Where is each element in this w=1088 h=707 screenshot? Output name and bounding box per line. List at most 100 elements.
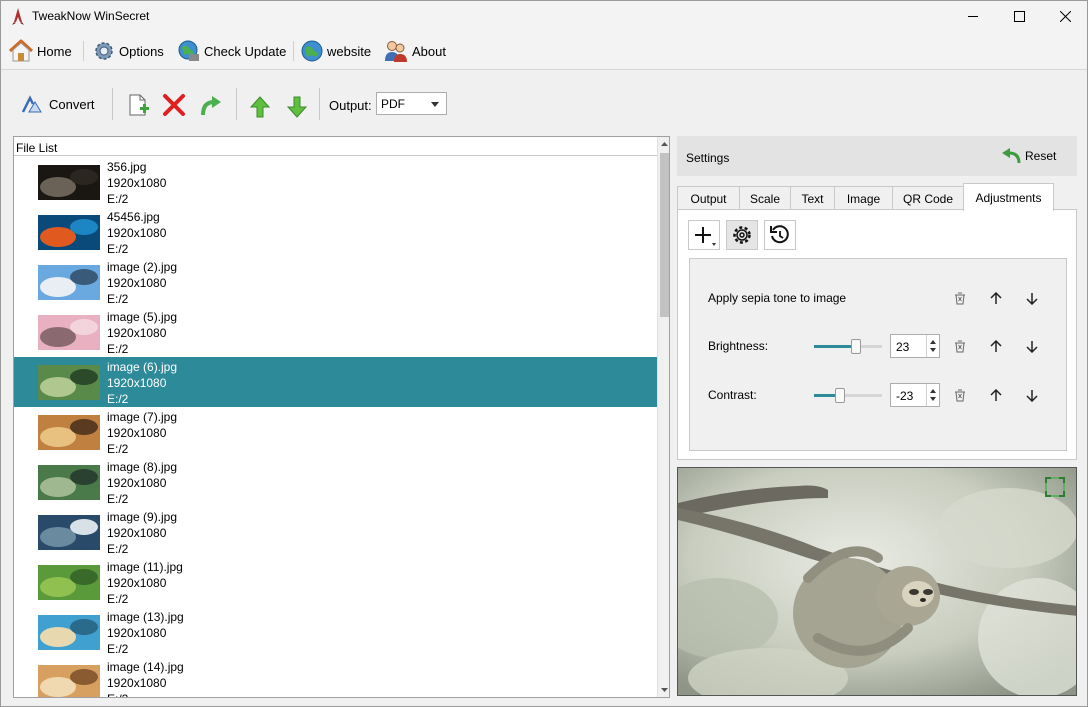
file-resolution: 1920x1080 xyxy=(107,226,167,240)
tab-output[interactable]: Output xyxy=(677,186,740,210)
file-path: E:/2 xyxy=(107,392,129,406)
adjustment-settings-button[interactable] xyxy=(726,220,758,250)
toolbar-divider xyxy=(319,88,320,120)
reset-button[interactable]: Reset xyxy=(1001,148,1056,164)
file-list-item[interactable]: image (6).jpg 1920x1080 E:/2 xyxy=(14,357,657,407)
file-list-item[interactable]: image (14).jpg 1920x1080 E:/2 xyxy=(14,657,657,697)
menu-check-update[interactable]: Check Update xyxy=(177,38,286,64)
scroll-up-button[interactable] xyxy=(658,137,669,151)
delete-contrast-button[interactable] xyxy=(952,387,968,403)
brightness-slider[interactable] xyxy=(814,339,882,354)
minimize-icon xyxy=(967,16,978,17)
menu-about[interactable]: About xyxy=(383,38,446,64)
reset-adjustments-button[interactable] xyxy=(764,220,796,250)
contrast-spin-arrows[interactable] xyxy=(926,384,939,406)
file-list-scrollbar[interactable] xyxy=(657,137,669,697)
scroll-down-button[interactable] xyxy=(658,683,669,697)
gear-icon xyxy=(95,42,113,60)
toolbar-divider xyxy=(112,88,113,120)
remove-file-button[interactable] xyxy=(161,92,187,118)
reset-label: Reset xyxy=(1025,149,1057,163)
contrast-label: Contrast: xyxy=(708,388,757,402)
file-resolution: 1920x1080 xyxy=(107,276,167,290)
file-thumbnail xyxy=(38,665,100,697)
tab-adjustments[interactable]: Adjustments xyxy=(963,183,1054,211)
file-resolution: 1920x1080 xyxy=(107,576,167,590)
fit-view-icon[interactable] xyxy=(1044,476,1066,498)
file-list-item[interactable]: image (11).jpg 1920x1080 E:/2 xyxy=(14,557,657,607)
image-preview xyxy=(677,467,1077,696)
delete-brightness-button[interactable] xyxy=(952,338,968,354)
output-format-value: PDF xyxy=(381,96,405,111)
file-list[interactable]: File List 356.jpg 1920x1080 E:/2 45456.jpg 1… xyxy=(13,136,670,698)
move-sepia-up-button[interactable] xyxy=(988,290,1004,306)
contrast-slider[interactable] xyxy=(814,388,882,403)
arrow-down-icon xyxy=(1026,340,1038,353)
contrast-slider-thumb[interactable] xyxy=(835,388,845,403)
menu-website[interactable]: website xyxy=(300,38,371,64)
maximize-button[interactable] xyxy=(996,1,1042,32)
file-path: E:/2 xyxy=(107,592,129,606)
brightness-slider-thumb[interactable] xyxy=(851,339,861,354)
arrow-up-icon xyxy=(990,339,1002,352)
menu-home-label: Home xyxy=(37,43,72,59)
file-resolution: 1920x1080 xyxy=(107,626,167,640)
move-up-button[interactable] xyxy=(247,94,273,120)
menu-options[interactable]: Options xyxy=(92,38,164,64)
tab-qr-code[interactable]: QR Code xyxy=(892,186,964,210)
brightness-spin-arrows[interactable] xyxy=(926,335,939,357)
file-resolution: 1920x1080 xyxy=(107,676,167,690)
output-format-select[interactable]: PDF xyxy=(376,92,447,115)
app-logo-icon xyxy=(12,8,24,25)
move-brightness-up-button[interactable] xyxy=(988,338,1004,354)
scrollbar-thumb[interactable] xyxy=(660,153,669,317)
settings-header: Settings Reset xyxy=(677,136,1077,176)
file-list-item[interactable]: image (2).jpg 1920x1080 E:/2 xyxy=(14,257,657,307)
file-path: E:/2 xyxy=(107,642,129,656)
adjustment-row-contrast: Contrast: -23 xyxy=(690,383,1068,407)
file-list-item[interactable]: 45456.jpg 1920x1080 E:/2 xyxy=(14,207,657,257)
file-name: image (5).jpg xyxy=(107,310,178,324)
tab-adjustments-label: Adjustments xyxy=(975,190,1042,205)
file-list-item[interactable]: 356.jpg 1920x1080 E:/2 xyxy=(14,157,657,207)
move-sepia-down-button[interactable] xyxy=(1024,290,1040,306)
file-list-item[interactable]: image (13).jpg 1920x1080 E:/2 xyxy=(14,607,657,657)
file-list-item[interactable]: image (7).jpg 1920x1080 E:/2 xyxy=(14,407,657,457)
brightness-value: 23 xyxy=(896,340,910,354)
convert-button[interactable]: Convert xyxy=(21,92,95,116)
adjustments-panel: Apply sepia tone to image Brightness: 23… xyxy=(677,209,1077,460)
home-icon xyxy=(8,39,34,62)
arrow-up-icon xyxy=(990,291,1002,304)
tab-text[interactable]: Text xyxy=(790,186,835,210)
minimize-button[interactable] xyxy=(950,1,996,32)
move-contrast-down-button[interactable] xyxy=(1024,387,1040,403)
move-contrast-up-button[interactable] xyxy=(988,387,1004,403)
redo-button[interactable] xyxy=(198,92,224,118)
move-brightness-down-button[interactable] xyxy=(1024,338,1040,354)
delete-sepia-button[interactable] xyxy=(952,290,968,306)
menu-divider xyxy=(83,41,84,61)
menu-home[interactable]: Home xyxy=(8,38,72,64)
tab-scale-label: Scale xyxy=(749,191,781,206)
tab-text-label: Text xyxy=(801,191,824,206)
file-name: image (9).jpg xyxy=(107,510,178,524)
file-list-item[interactable]: image (5).jpg 1920x1080 E:/2 xyxy=(14,307,657,357)
file-list-item[interactable]: image (8).jpg 1920x1080 E:/2 xyxy=(14,457,657,507)
add-adjustment-button[interactable] xyxy=(688,220,720,250)
menu-website-label: website xyxy=(327,43,372,59)
close-button[interactable] xyxy=(1042,1,1088,32)
tab-image[interactable]: Image xyxy=(834,186,893,210)
adjustment-row-sepia: Apply sepia tone to image xyxy=(690,286,1068,310)
move-down-button[interactable] xyxy=(284,94,310,120)
tab-output-label: Output xyxy=(690,191,727,206)
tab-image-label: Image xyxy=(846,191,881,206)
brightness-spinbox[interactable]: 23 xyxy=(890,334,940,358)
file-list-item[interactable]: image (9).jpg 1920x1080 E:/2 xyxy=(14,507,657,557)
window-title: TweakNow WinSecret xyxy=(32,9,150,23)
file-thumbnail xyxy=(38,515,100,550)
title-bar: TweakNow WinSecret xyxy=(1,1,1087,32)
brightness-label: Brightness: xyxy=(708,339,769,353)
contrast-spinbox[interactable]: -23 xyxy=(890,383,940,407)
add-file-button[interactable] xyxy=(125,92,151,118)
tab-scale[interactable]: Scale xyxy=(739,186,791,210)
